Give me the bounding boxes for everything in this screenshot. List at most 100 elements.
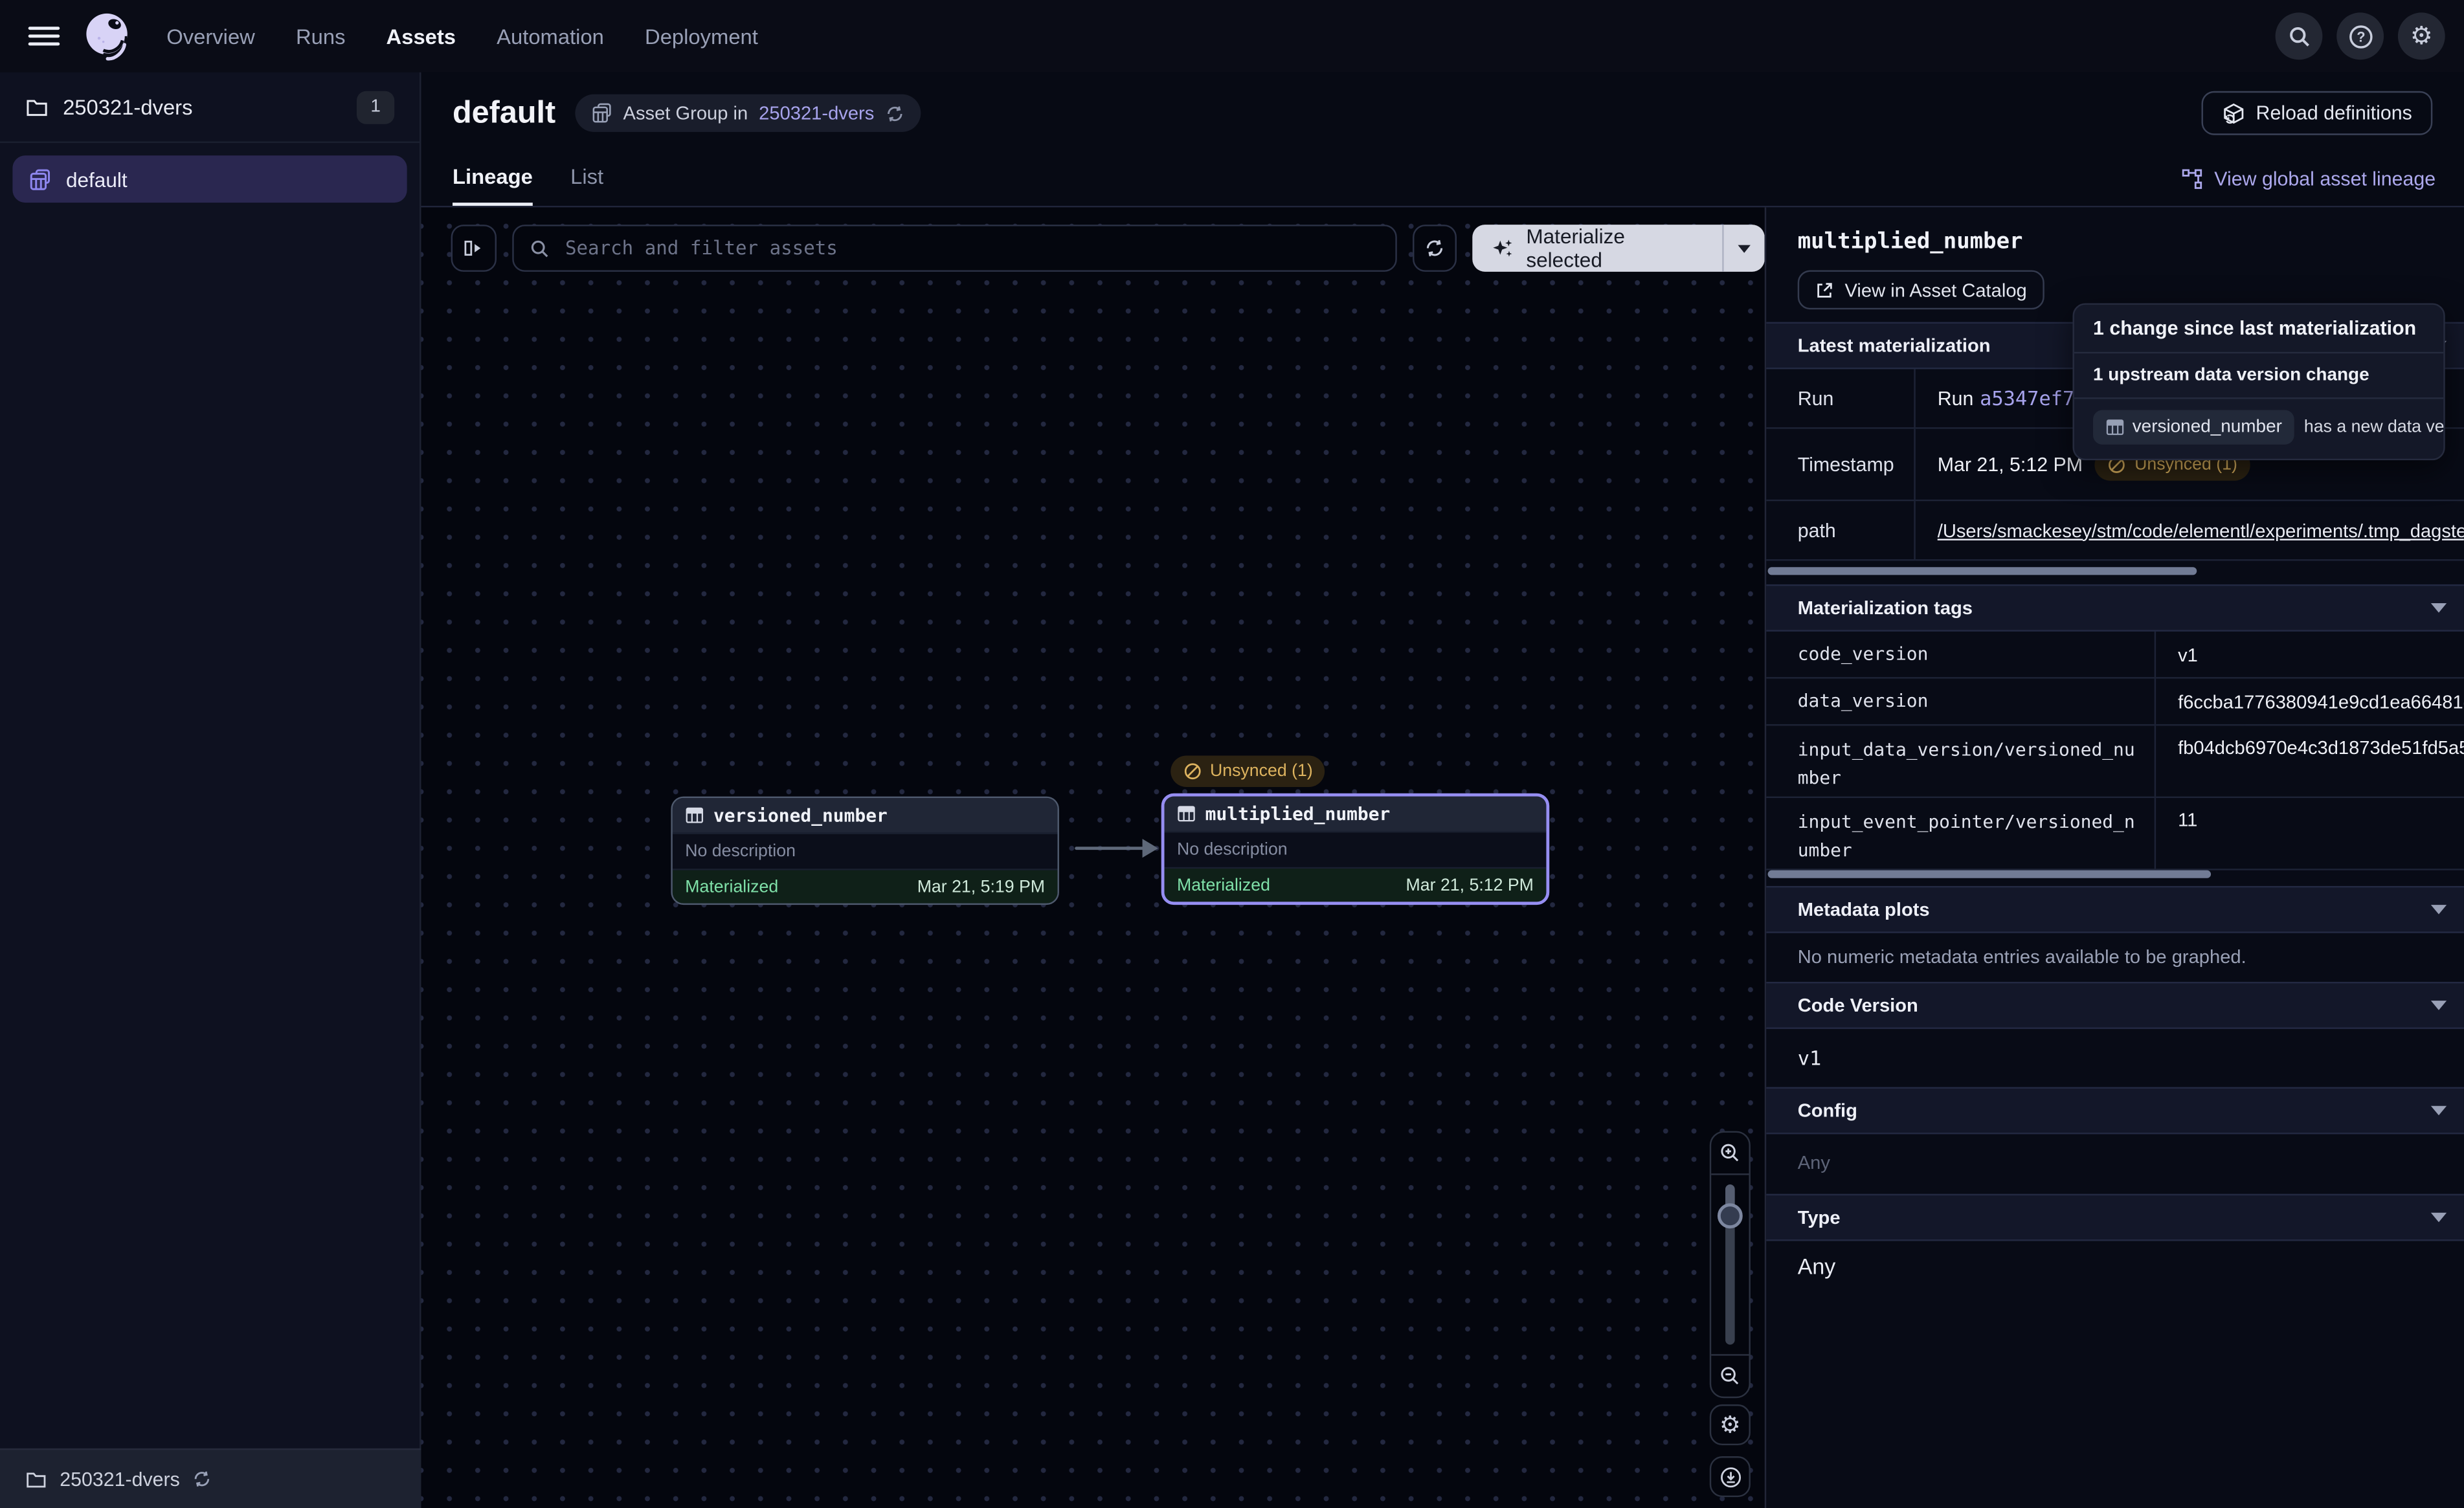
unsynced-badge[interactable]: Unsynced (1): [1170, 755, 1325, 787]
zoom-slider-thumb[interactable]: [1718, 1203, 1743, 1228]
expand-panel-button[interactable]: [451, 225, 497, 272]
dagster-logo[interactable]: [78, 8, 135, 64]
asset-group-icon: [590, 102, 612, 124]
hamburger-menu-icon[interactable]: [28, 26, 60, 47]
download-graph-button[interactable]: [1710, 1456, 1751, 1497]
lineage-canvas[interactable]: Materialize selected Unsynced (1): [421, 207, 1764, 1508]
tab-list[interactable]: List: [570, 165, 603, 206]
asset-group-icon: [28, 167, 52, 190]
popover-message: has a new data version: [2304, 418, 2445, 437]
horizontal-scrollbar[interactable]: [1768, 567, 2197, 575]
chevron-down-icon: [2431, 1106, 2447, 1116]
repo-name: 250321-dvers: [63, 95, 192, 118]
materialize-selected-label: Materialize selected: [1526, 225, 1704, 272]
tag-key: input_event_pointer/versioned_number: [1766, 798, 2156, 870]
upstream-asset-pill[interactable]: versioned_number: [2093, 410, 2294, 444]
reload-definitions-button[interactable]: Reload definitions: [2201, 91, 2433, 135]
run-prefix: Run: [1938, 387, 1974, 409]
row-label: Run: [1766, 369, 1916, 428]
table-icon: [1177, 804, 1196, 823]
section-heading: Latest materialization: [1798, 335, 1991, 357]
materialize-selected-button[interactable]: Materialize selected: [1473, 225, 1723, 272]
section-heading: Materialization tags: [1798, 597, 1973, 619]
zoom-out-button[interactable]: [1711, 1356, 1749, 1397]
run-id-link[interactable]: a5347ef7: [1980, 386, 2074, 410]
asset-node-description: No description: [685, 842, 796, 861]
asset-node-multiplied-number[interactable]: multiplied_number No description Materia…: [1161, 793, 1550, 905]
timestamp-text: Mar 21, 5:12 PM: [1938, 453, 2083, 475]
nav-deployment[interactable]: Deployment: [645, 25, 758, 48]
path-link[interactable]: /Users/smackesey/stm/code/elementl/exper…: [1938, 519, 2464, 541]
section-type[interactable]: Type: [1766, 1194, 2464, 1241]
top-nav-bar: Overview Runs Assets Automation Deployme…: [0, 0, 2464, 72]
section-config[interactable]: Config: [1766, 1087, 2464, 1135]
section-heading: Config: [1798, 1100, 1857, 1122]
sidebar-footer-repo[interactable]: 250321-dvers: [0, 1448, 421, 1508]
asset-node-timestamp: Mar 21, 5:12 PM: [1406, 876, 1534, 894]
materialization-tags-table: code_version v1 data_version f6ccba17763…: [1766, 632, 2464, 870]
asset-node-name: versioned_number: [713, 804, 888, 826]
nav-automation[interactable]: Automation: [497, 25, 604, 48]
section-metadata-plots[interactable]: Metadata plots: [1766, 886, 2464, 933]
selected-asset-title: multiplied_number: [1798, 229, 2023, 254]
sidebar-item-default-group[interactable]: default: [12, 155, 407, 203]
chevron-down-icon: [2431, 603, 2447, 613]
materialize-dropdown-button[interactable]: [1723, 225, 1765, 272]
help-button[interactable]: ?: [2336, 12, 2384, 60]
asset-node-versioned-number[interactable]: versioned_number No description Material…: [671, 797, 1059, 905]
asset-details-panel: multiplied_number View in Asset Catalog …: [1765, 207, 2464, 1508]
search-input[interactable]: [562, 236, 1379, 261]
gear-icon: ⚙: [2410, 23, 2433, 49]
asset-groups-sidebar: 250321-dvers 1 default 250321-dvers: [0, 72, 421, 1508]
section-code-version[interactable]: Code Version: [1766, 982, 2464, 1029]
section-materialization-tags[interactable]: Materialization tags: [1766, 584, 2464, 632]
search-icon: [2287, 25, 2311, 48]
tab-lineage[interactable]: Lineage: [453, 165, 533, 206]
refresh-graph-button[interactable]: [1413, 225, 1458, 272]
materialize-sparkle-icon: [1492, 236, 1516, 260]
asset-group-badge: Asset Group in 250321-dvers: [574, 94, 921, 132]
view-in-asset-catalog-label: View in Asset Catalog: [1845, 279, 2027, 301]
download-icon: [1718, 1465, 1742, 1488]
external-link-icon: [1815, 280, 1833, 299]
table-icon: [2105, 418, 2124, 437]
code-version-value: v1: [1798, 1047, 1822, 1070]
chevron-down-icon: [2431, 905, 2447, 915]
horizontal-scrollbar[interactable]: [1768, 870, 2211, 878]
materialize-split-button: Materialize selected: [1473, 225, 1764, 272]
nav-runs[interactable]: Runs: [296, 25, 345, 48]
settings-button[interactable]: ⚙: [2398, 12, 2445, 60]
help-icon: ?: [2347, 23, 2373, 49]
global-asset-lineage-label: View global asset lineage: [2214, 168, 2436, 190]
section-heading: Type: [1798, 1206, 1841, 1228]
zoom-in-button[interactable]: [1711, 1133, 1749, 1173]
zoom-slider[interactable]: [1711, 1173, 1749, 1356]
view-in-asset-catalog-button[interactable]: View in Asset Catalog: [1798, 270, 2044, 309]
tag-key: data_version: [1766, 679, 2156, 726]
badge-repo-link[interactable]: 250321-dvers: [759, 102, 874, 124]
search-button[interactable]: [2276, 12, 2323, 60]
lineage-graph-icon: [2181, 168, 2203, 190]
sidebar-repo-row[interactable]: 250321-dvers 1: [0, 72, 420, 143]
refresh-icon[interactable]: [885, 103, 906, 124]
group-label: default: [66, 167, 128, 190]
expand-panel-icon: [462, 238, 484, 260]
dagster-app: Overview Runs Assets Automation Deployme…: [0, 0, 2464, 1508]
section-heading: Metadata plots: [1798, 898, 1930, 920]
nav-overview[interactable]: Overview: [166, 25, 255, 48]
chevron-down-icon: [1738, 244, 1751, 252]
folder-icon: [25, 1468, 47, 1490]
tag-value: fb04dcb6970e4c3d1873de51fd5a5: [2156, 726, 2464, 798]
nav-assets[interactable]: Assets: [386, 25, 456, 48]
global-asset-lineage-link[interactable]: View global asset lineage: [2181, 168, 2436, 190]
tag-key: code_version: [1766, 632, 2156, 679]
reload-repo-icon[interactable]: [192, 1469, 213, 1489]
row-label: Timestamp: [1766, 429, 1916, 502]
config-value: Any: [1798, 1151, 1830, 1173]
section-heading: Code Version: [1798, 994, 1918, 1016]
chevron-down-icon: [2431, 1001, 2447, 1010]
svg-text:?: ?: [2356, 28, 2364, 44]
asset-count-badge: 1: [357, 91, 394, 124]
graph-settings-button[interactable]: ⚙: [1710, 1404, 1751, 1445]
row-label: path: [1766, 501, 1916, 560]
